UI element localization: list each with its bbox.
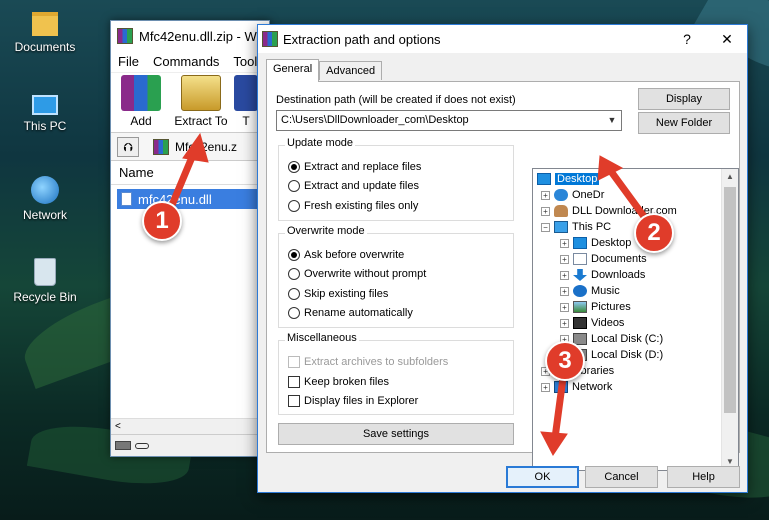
annotation-arrows	[168, 132, 652, 456]
step-badge-3: 3	[545, 341, 585, 381]
arrowhead-icon	[540, 431, 568, 456]
arrow-to-ok	[551, 374, 567, 442]
arrowhead-icon	[182, 132, 209, 163]
arrow-to-desktop	[606, 166, 652, 226]
tab-general[interactable]: General	[266, 59, 320, 82]
step-badge-2: 2	[634, 213, 674, 253]
step-badge-1: 1	[142, 201, 182, 241]
